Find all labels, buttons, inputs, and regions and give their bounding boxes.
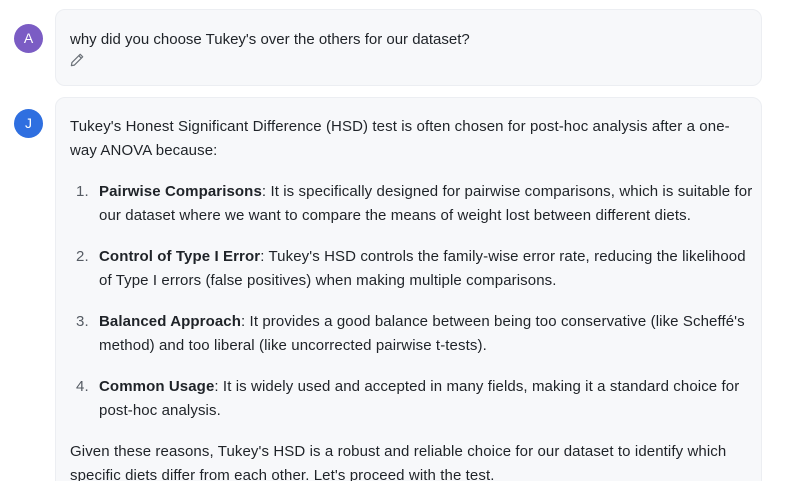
assistant-intro: Tukey's Honest Significant Difference (H…	[70, 118, 730, 159]
list-item-number: 3.	[76, 313, 89, 330]
list-item: 4. Common Usage: It is widely used and ac…	[70, 375, 754, 423]
list-item-title: Common Usage	[99, 378, 215, 395]
user-avatar: A	[14, 24, 43, 53]
list-item-number: 1.	[76, 183, 89, 200]
list-item-number: 4.	[76, 378, 89, 395]
assistant-conclusion: Given these reasons, Tukey's HSD is a ro…	[70, 443, 727, 481]
list-item: 1. Pairwise Comparisons: It is specifical…	[70, 180, 754, 228]
reasons-list: 1. Pairwise Comparisons: It is specifical…	[70, 180, 754, 423]
pencil-icon[interactable]	[69, 52, 85, 68]
user-message-text: why did you choose Tukey's over the othe…	[70, 31, 470, 48]
list-item-number: 2.	[76, 248, 89, 265]
list-item-title: Pairwise Comparisons	[99, 183, 262, 200]
list-item: 2. Control of Type I Error: Tukey's HSD c…	[70, 245, 754, 293]
chat-thread: A why did you choose Tukey's over the ot…	[0, 0, 798, 481]
list-item-title: Balanced Approach	[99, 313, 242, 330]
assistant-message-content: Tukey's Honest Significant Difference (H…	[70, 115, 754, 481]
list-item: 3. Balanced Approach: It provides a good …	[70, 310, 754, 358]
list-item-title: Control of Type I Error	[99, 248, 261, 265]
user-message-bubble: why did you choose Tukey's over the othe…	[55, 9, 762, 86]
assistant-avatar: J	[14, 109, 43, 138]
assistant-message-bubble: Tukey's Honest Significant Difference (H…	[55, 97, 762, 481]
